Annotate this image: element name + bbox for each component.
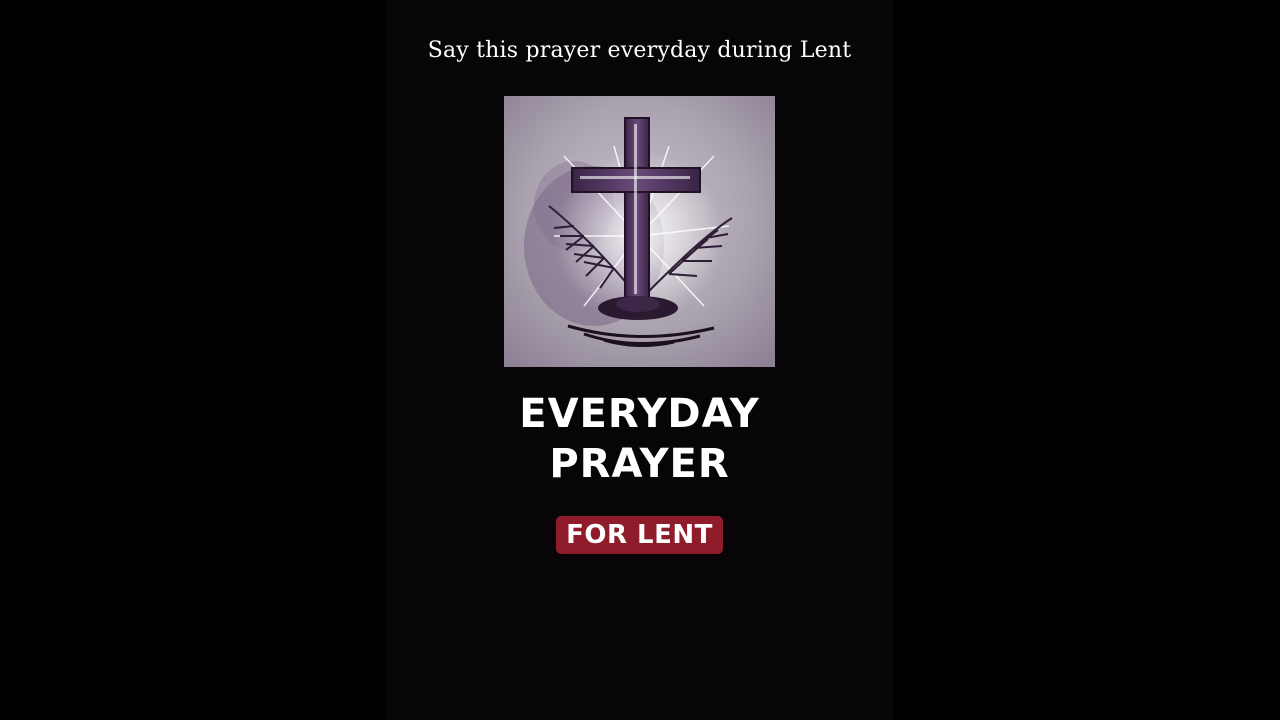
prayer-title: EVERYDAY PRAYER xyxy=(386,389,893,489)
title-line-1: EVERYDAY xyxy=(519,391,760,437)
caption-text: Say this prayer everyday during Lent xyxy=(427,38,852,63)
video-frame: Say this prayer everyday during Lent EVE… xyxy=(0,0,1280,720)
for-lent-badge: FOR LENT xyxy=(556,516,723,554)
cross-artwork xyxy=(504,96,775,367)
title-line-2: PRAYER xyxy=(549,441,730,487)
cross-with-palm-icon xyxy=(504,96,775,367)
content-panel: Say this prayer everyday during Lent EVE… xyxy=(386,0,893,720)
